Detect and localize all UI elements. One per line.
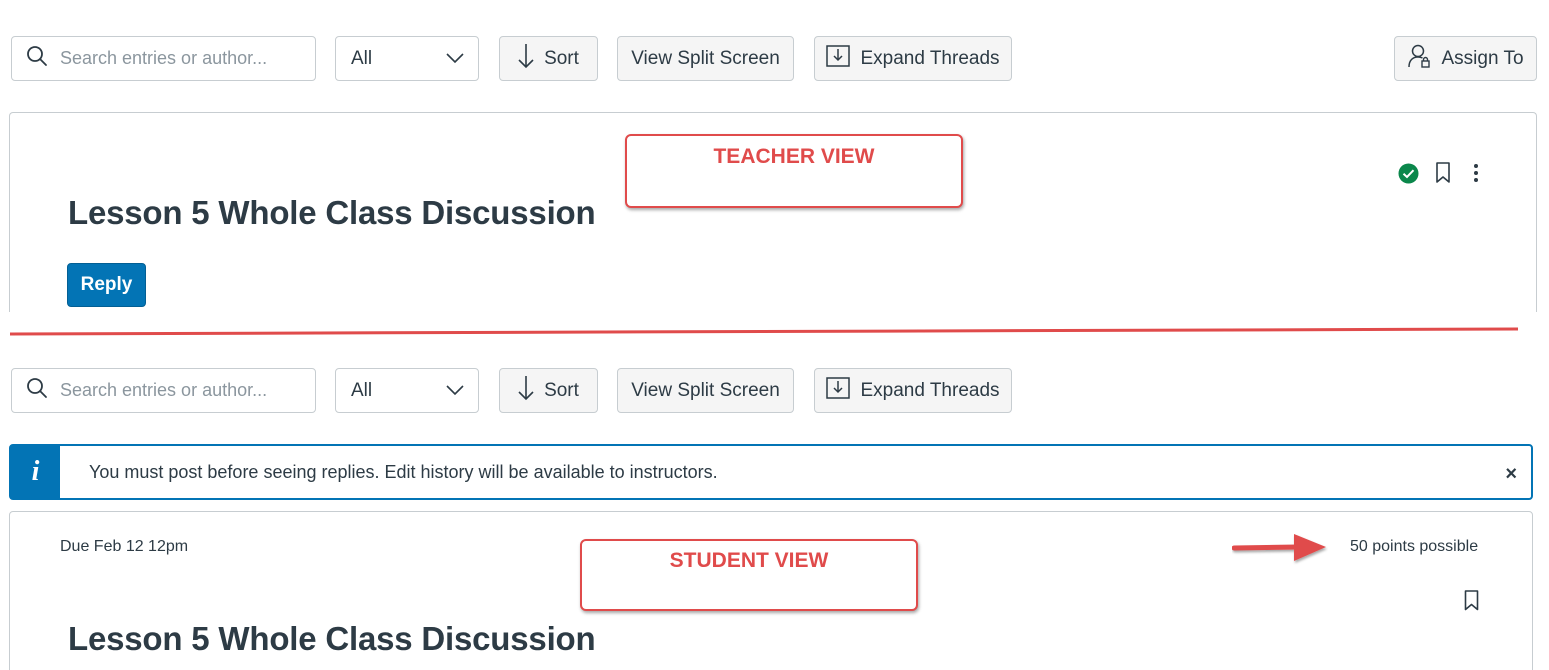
sort-button-label: Sort bbox=[544, 47, 579, 69]
sort-button[interactable]: Sort bbox=[499, 36, 598, 81]
view-split-screen-button[interactable]: View Split Screen bbox=[617, 368, 794, 413]
search-input-wrapper[interactable] bbox=[11, 36, 316, 81]
chevron-down-icon bbox=[446, 380, 464, 402]
assign-to-button[interactable]: Assign To bbox=[1394, 36, 1537, 81]
view-divider-line bbox=[10, 327, 1519, 336]
expand-threads-button[interactable]: Expand Threads bbox=[814, 368, 1012, 413]
expand-threads-button[interactable]: Expand Threads bbox=[814, 36, 1012, 81]
bookmark-icon[interactable] bbox=[1435, 162, 1451, 189]
teacher-toolbar: All Sort View Split Screen Expand Thread… bbox=[0, 36, 1549, 82]
view-split-screen-label: View Split Screen bbox=[631, 47, 780, 69]
teacher-topic-title: Lesson 5 Whole Class Discussion bbox=[68, 194, 596, 231]
view-split-screen-button[interactable]: View Split Screen bbox=[617, 36, 794, 81]
bookmark-icon[interactable] bbox=[1464, 590, 1479, 616]
more-options-icon[interactable] bbox=[1472, 163, 1480, 188]
published-check-icon[interactable] bbox=[1398, 163, 1419, 189]
arrow-down-icon bbox=[518, 375, 534, 407]
search-input[interactable] bbox=[60, 380, 300, 401]
info-alert: i You must post before seeing replies. E… bbox=[9, 444, 1533, 500]
search-icon bbox=[12, 45, 48, 72]
student-topic-title: Lesson 5 Whole Class Discussion bbox=[68, 620, 596, 657]
expand-threads-label: Expand Threads bbox=[860, 47, 1000, 69]
view-split-screen-label: View Split Screen bbox=[631, 379, 780, 401]
assign-to-label: Assign To bbox=[1441, 47, 1524, 69]
filter-select[interactable]: All bbox=[335, 36, 479, 81]
expand-icon bbox=[826, 44, 851, 73]
search-input-wrapper[interactable] bbox=[11, 368, 316, 413]
teacher-view-annotation-label: TEACHER VIEW bbox=[713, 145, 875, 168]
info-alert-message: You must post before seeing replies. Edi… bbox=[89, 461, 718, 482]
arrow-down-icon bbox=[518, 43, 534, 75]
points-possible: 50 points possible bbox=[1350, 538, 1479, 555]
student-toolbar: All Sort View Split Screen Expand Thread… bbox=[0, 368, 1549, 414]
search-input[interactable] bbox=[60, 48, 300, 69]
reply-button[interactable]: Reply bbox=[67, 263, 146, 307]
due-date: Due Feb 12 12pm bbox=[60, 538, 189, 555]
teacher-view-annotation: TEACHER VIEW bbox=[625, 134, 963, 208]
student-view-annotation: STUDENT VIEW bbox=[580, 539, 918, 611]
info-icon: i bbox=[11, 446, 60, 498]
assign-user-icon bbox=[1407, 43, 1431, 75]
sort-button[interactable]: Sort bbox=[499, 368, 598, 413]
expand-threads-label: Expand Threads bbox=[860, 379, 1000, 401]
filter-select-value: All bbox=[351, 47, 373, 69]
sort-button-label: Sort bbox=[544, 379, 579, 401]
student-view-annotation-label: STUDENT VIEW bbox=[669, 549, 829, 572]
red-arrow-annotation bbox=[1231, 532, 1328, 571]
close-icon[interactable]: × bbox=[1505, 463, 1517, 486]
filter-select-value: All bbox=[351, 379, 373, 401]
search-icon bbox=[12, 377, 48, 404]
expand-icon bbox=[826, 376, 851, 405]
filter-select[interactable]: All bbox=[335, 368, 479, 413]
chevron-down-icon bbox=[446, 48, 464, 70]
